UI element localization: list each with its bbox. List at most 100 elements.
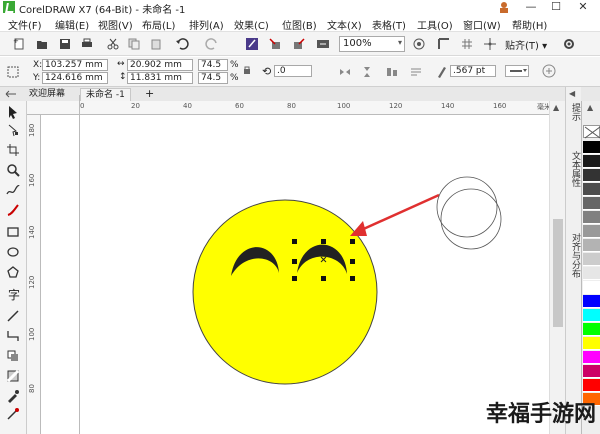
color-swatch[interactable] xyxy=(583,197,600,210)
color-swatch[interactable] xyxy=(583,239,600,252)
color-swatch[interactable] xyxy=(583,309,600,322)
zoom-tool-icon[interactable] xyxy=(6,163,20,177)
eyedropper-tool-icon[interactable] xyxy=(6,389,20,403)
interactive-fill-tool-icon[interactable] xyxy=(6,407,20,421)
polygon-tool-icon[interactable] xyxy=(6,265,20,279)
color-swatch[interactable] xyxy=(583,155,600,168)
close-button[interactable]: ✕ xyxy=(572,0,594,15)
outline-width-field[interactable]: .567 pt xyxy=(450,65,496,77)
transparency-tool-icon[interactable] xyxy=(6,369,20,383)
add-tab-button[interactable]: + xyxy=(140,88,159,101)
color-swatch[interactable] xyxy=(583,337,600,350)
y-position-field[interactable]: 124.616 mm xyxy=(42,72,108,84)
menu-tools[interactable]: 工具(O) xyxy=(417,17,453,32)
tab-back-icon[interactable] xyxy=(4,89,18,99)
shape-tool-icon[interactable] xyxy=(6,123,20,137)
no-color-swatch[interactable] xyxy=(583,125,600,139)
maximize-button[interactable]: ☐ xyxy=(545,0,567,15)
settings-icon[interactable] xyxy=(562,37,576,51)
scale-width-field[interactable]: 74.5 xyxy=(198,59,228,71)
color-swatch[interactable] xyxy=(583,323,600,336)
import-icon[interactable] xyxy=(268,37,282,51)
menu-window[interactable]: 窗口(W) xyxy=(463,17,501,32)
text-tool-icon[interactable]: 字 xyxy=(6,287,20,302)
yellow-circle-face[interactable] xyxy=(192,199,378,385)
cut-icon[interactable] xyxy=(106,37,120,51)
color-swatch[interactable] xyxy=(583,351,600,364)
redo-icon[interactable] xyxy=(205,37,219,51)
mirror-vertical-icon[interactable] xyxy=(360,65,374,79)
color-swatch[interactable] xyxy=(583,183,600,196)
x-position-field[interactable]: 103.257 mm xyxy=(42,59,108,71)
snap-to-menu[interactable]: 贴齐(T) ▾ xyxy=(505,37,547,52)
pick-tool-icon[interactable] xyxy=(6,105,20,119)
lock-ratio-icon[interactable] xyxy=(242,65,252,75)
menu-bitmaps[interactable]: 位图(B) xyxy=(282,17,317,32)
add-preset-icon[interactable] xyxy=(542,64,556,78)
drop-shadow-tool-icon[interactable] xyxy=(6,349,20,363)
menu-table[interactable]: 表格(T) xyxy=(372,17,406,32)
color-swatch[interactable] xyxy=(583,225,600,238)
rotation-angle-field[interactable]: .0 xyxy=(274,65,312,77)
parallel-dimension-tool-icon[interactable] xyxy=(6,309,20,323)
color-swatch[interactable] xyxy=(583,141,600,154)
width-field[interactable]: 20.902 mm xyxy=(127,59,193,71)
docker-tab-hints[interactable]: 提示 xyxy=(568,103,580,121)
color-swatch[interactable] xyxy=(583,169,600,182)
print-icon[interactable] xyxy=(80,37,94,51)
freehand-tool-icon[interactable] xyxy=(6,183,20,197)
rectangle-tool-icon[interactable] xyxy=(6,225,20,239)
color-swatch[interactable] xyxy=(583,295,600,308)
line-style-select[interactable] xyxy=(505,65,529,77)
artistic-media-tool-icon[interactable] xyxy=(6,203,20,217)
menu-file[interactable]: 文件(F) xyxy=(8,17,42,32)
docker-tab-text-properties[interactable]: 文本属性 xyxy=(568,151,580,187)
connector-tool-icon[interactable] xyxy=(6,329,20,343)
ellipse-tool-icon[interactable] xyxy=(6,245,20,259)
docker-collapse-icon[interactable]: ◀ xyxy=(569,89,575,98)
drawing-canvas[interactable] xyxy=(41,95,565,434)
menu-layout[interactable]: 布局(L) xyxy=(142,17,175,32)
color-swatch[interactable] xyxy=(583,211,600,224)
paste-icon[interactable] xyxy=(149,37,163,51)
tab-welcome-screen[interactable]: 欢迎屏幕 xyxy=(24,88,70,101)
crop-tool-icon[interactable] xyxy=(6,143,20,157)
menu-edit[interactable]: 编辑(E) xyxy=(55,17,89,32)
open-folder-icon[interactable] xyxy=(35,37,49,51)
menu-view[interactable]: 视图(V) xyxy=(98,17,133,32)
show-grid-icon[interactable] xyxy=(460,37,474,51)
scale-height-field[interactable]: 74.5 xyxy=(198,72,228,84)
publish-pdf-icon[interactable] xyxy=(316,37,330,51)
color-swatch[interactable] xyxy=(583,253,600,266)
show-guidelines-icon[interactable] xyxy=(483,37,497,51)
color-swatch[interactable] xyxy=(583,281,600,294)
docker-tab-align-distribute[interactable]: 对齐与分布 xyxy=(568,233,580,278)
menu-effects[interactable]: 效果(C) xyxy=(234,17,269,32)
new-document-icon[interactable]: + xyxy=(12,37,26,51)
undo-icon[interactable] xyxy=(175,37,189,51)
full-screen-preview-icon[interactable] xyxy=(412,37,426,51)
zoom-level-select[interactable]: 100% ▾ xyxy=(339,36,405,52)
scroll-thumb[interactable] xyxy=(553,219,563,327)
menu-arrange[interactable]: 排列(A) xyxy=(189,17,224,32)
align-objects-icon[interactable] xyxy=(385,65,399,79)
search-content-icon[interactable] xyxy=(245,37,259,51)
horizontal-ruler[interactable]: 0 20 40 60 80 100 120 140 160 毫米 xyxy=(27,101,565,115)
wrap-text-icon[interactable] xyxy=(409,65,423,79)
scroll-up-icon[interactable]: ▲ xyxy=(553,103,559,112)
color-swatch[interactable] xyxy=(583,365,600,378)
palette-scroll-up-icon[interactable]: ▲ xyxy=(587,103,593,112)
mirror-horizontal-icon[interactable] xyxy=(338,65,352,79)
export-icon[interactable] xyxy=(292,37,306,51)
minimize-button[interactable]: — xyxy=(520,0,542,15)
vertical-ruler[interactable]: 180 160 140 120 100 80 xyxy=(27,115,41,434)
user-icon[interactable] xyxy=(498,1,510,13)
vertical-scrollbar[interactable]: ▲ xyxy=(549,101,565,434)
tab-document[interactable]: 未命名 -1 xyxy=(80,88,131,101)
menu-text[interactable]: 文本(X) xyxy=(327,17,362,32)
color-swatch[interactable] xyxy=(583,267,600,280)
copy-icon[interactable] xyxy=(127,37,141,51)
height-field[interactable]: 11.831 mm xyxy=(127,72,193,84)
color-swatch[interactable] xyxy=(583,379,600,392)
save-icon[interactable] xyxy=(58,37,72,51)
